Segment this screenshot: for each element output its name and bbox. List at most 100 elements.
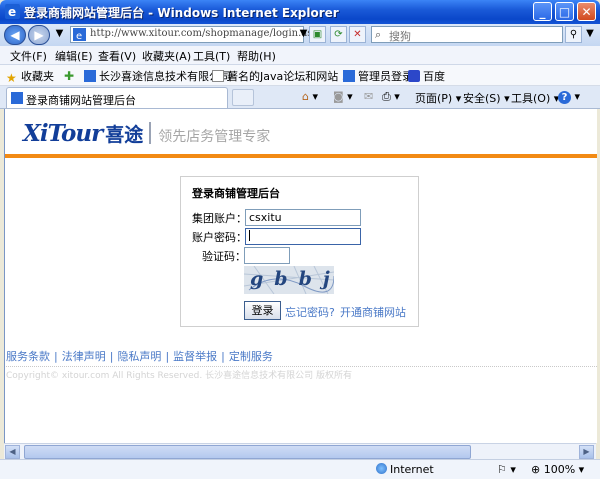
ie-page-icon [343,70,355,82]
group-account-label: 集团账户： [192,212,247,225]
favorite-link-java[interactable]: 著名的Java论坛和网站 ... [212,68,352,84]
copyright-text: Copyright© xitour.com All Rights Reserve… [6,371,352,381]
globe-icon [376,463,387,474]
scroll-thumb[interactable] [24,445,471,459]
minimize-button[interactable]: _ [533,2,552,21]
ie-logo-icon: e [5,4,20,19]
footer-divider [6,366,597,367]
login-button[interactable]: 登录 [244,301,281,320]
back-button[interactable]: ◀ [4,25,26,45]
menu-file[interactable]: 文件(F) [10,48,47,64]
print-icon: ⎙ [382,90,391,103]
horizontal-scrollbar[interactable]: ◀ ▶ [4,443,596,460]
mail-button[interactable]: ✉ [364,90,373,103]
header-divider [5,154,597,158]
search-dropdown[interactable]: ▼ [583,26,597,43]
title-bar: e 登录商铺网站管理后台 - Windows Internet Explorer… [0,0,600,24]
page-menu-label: 页面(P) [415,92,453,105]
search-engine-icon: ⌕ [375,28,382,41]
footer-link-terms[interactable]: 服务条款 [6,350,50,363]
captcha-image[interactable]: gbbj [244,266,334,294]
zone-label: Internet [390,463,434,476]
recent-pages-dropdown[interactable]: ▼ [51,26,68,43]
menu-favorites[interactable]: 收藏夹(A) [142,48,191,64]
menu-tools[interactable]: 工具(T) [193,48,230,64]
zoom-icon: ⊕ [531,463,541,476]
group-account-input[interactable]: csxitu [245,209,361,226]
compatibility-icon: ▣ [312,29,323,40]
tab-label: 登录商铺网站管理后台 [26,94,136,107]
close-button[interactable]: ✕ [577,2,596,21]
address-input[interactable]: e http://www.xitour.com/shopmanage/login… [70,26,324,43]
site-logo: XiTour 喜途 领先店务管理专家 [23,120,270,147]
favorite-link-baidu[interactable]: 百度 [408,68,445,84]
slogan: 领先店务管理专家 [158,129,271,145]
stop-button[interactable]: ✕ [349,26,366,43]
logo-chinese: 喜途 [105,124,144,146]
open-shop-link[interactable]: 开通商铺网站 [340,304,406,320]
star-icon: ★ [6,71,17,85]
zoom-control[interactable]: ⊕ 100% ▾ [531,463,584,476]
maximize-button[interactable]: □ [555,2,574,21]
right-arrow-icon: ▶ [583,447,590,456]
forward-arrow-icon: ▶ [34,28,44,42]
captcha-text: gbbj [250,268,334,290]
safety-menu-label: 安全(S) [463,92,501,105]
print-button[interactable]: ⎙ ▾ [382,90,400,104]
tab-login[interactable]: 登录商铺网站管理后台 [6,87,228,108]
refresh-button[interactable]: ⟳ [330,26,347,43]
compatibility-button[interactable]: ▣ [309,26,326,43]
help-button[interactable]: ? ▾ [558,90,580,104]
chevron-down-icon: ▼ [299,28,308,39]
footer-link-legal[interactable]: 法律声明 [62,350,106,363]
favorite-link-admin[interactable]: 管理员登录 [343,68,413,84]
baidu-paw-icon [408,70,420,82]
footer-link-privacy[interactable]: 隐私声明 [117,350,161,363]
favorites-bar: ★ 收藏夹 ✚ 长沙喜途信息技术有限公司 著名的Java论坛和网站 ... 管理员… [0,65,600,86]
menu-bar: 文件(F) 编辑(E) 查看(V) 收藏夹(A) 工具(T) 帮助(H) [0,46,600,65]
security-zone[interactable]: Internet [376,463,434,476]
address-bar: ◀ ▶ ▼ e http://www.xitour.com/shopmanage… [0,24,600,46]
add-favorite-button[interactable]: ✚ [64,68,79,83]
chevron-down-icon: ▼ [55,28,64,39]
tools-menu-button[interactable]: 工具(O) ▾ [511,90,559,106]
captcha-input[interactable] [244,247,290,264]
favorites-button[interactable]: ★ 收藏夹 [6,68,54,85]
footer-link-report[interactable]: 监督举报 [173,350,217,363]
help-icon: ? [558,91,571,104]
tab-bar: 登录商铺网站管理后台 ⌂ ▾ ◙ ▾ ✉ ⎙ ▾ 页面(P) ▾ 安全(S) ▾… [0,86,600,109]
left-arrow-icon: ◀ [9,447,16,456]
feeds-button[interactable]: ◙ ▾ [333,90,353,103]
text-cursor [249,230,250,241]
home-button[interactable]: ⌂ ▾ [302,90,318,103]
forward-button[interactable]: ▶ [28,25,50,45]
menu-view[interactable]: 查看(V) [98,48,136,64]
footer-separator: | [165,350,170,363]
forgot-password-link[interactable]: 忘记密码? [285,304,335,320]
search-button[interactable]: ⚲ [565,26,582,43]
footer-link-custom[interactable]: 定制服务 [229,350,273,363]
search-icon: ⚲ [569,29,578,40]
svg-text:e: e [76,31,82,41]
login-panel: 登录商铺管理后台 集团账户： csxitu 账户密码： 验证码： gbbj 登录… [180,176,419,327]
footer-links: 服务条款 | 法律声明 | 隐私声明 | 监督举报 | 定制服务 [6,348,273,364]
favorite-link-xitour[interactable]: 长沙喜途信息技术有限公司 [84,68,231,84]
page-menu-button[interactable]: 页面(P) ▾ [415,90,461,106]
stop-icon: ✕ [353,29,362,40]
new-tab-button[interactable] [232,89,254,106]
menu-edit[interactable]: 编辑(E) [55,48,93,64]
svg-text:e: e [8,5,16,19]
footer-separator: | [221,350,225,363]
favorites-label: 收藏夹 [21,70,54,83]
menu-help[interactable]: 帮助(H) [237,48,276,64]
password-input[interactable] [245,228,361,245]
captcha-label: 验证码： [202,250,246,263]
protected-mode[interactable]: ⚐ ▾ [497,463,516,476]
favorite-link-label: 百度 [423,70,445,83]
page-favicon-icon: e [73,28,86,41]
search-placeholder: 搜狗 [389,30,411,43]
scroll-left-button[interactable]: ◀ [5,445,20,459]
scroll-right-button[interactable]: ▶ [579,445,594,459]
safety-menu-button[interactable]: 安全(S) ▾ [463,90,510,106]
search-input[interactable]: ⌕ 搜狗 [371,26,563,43]
